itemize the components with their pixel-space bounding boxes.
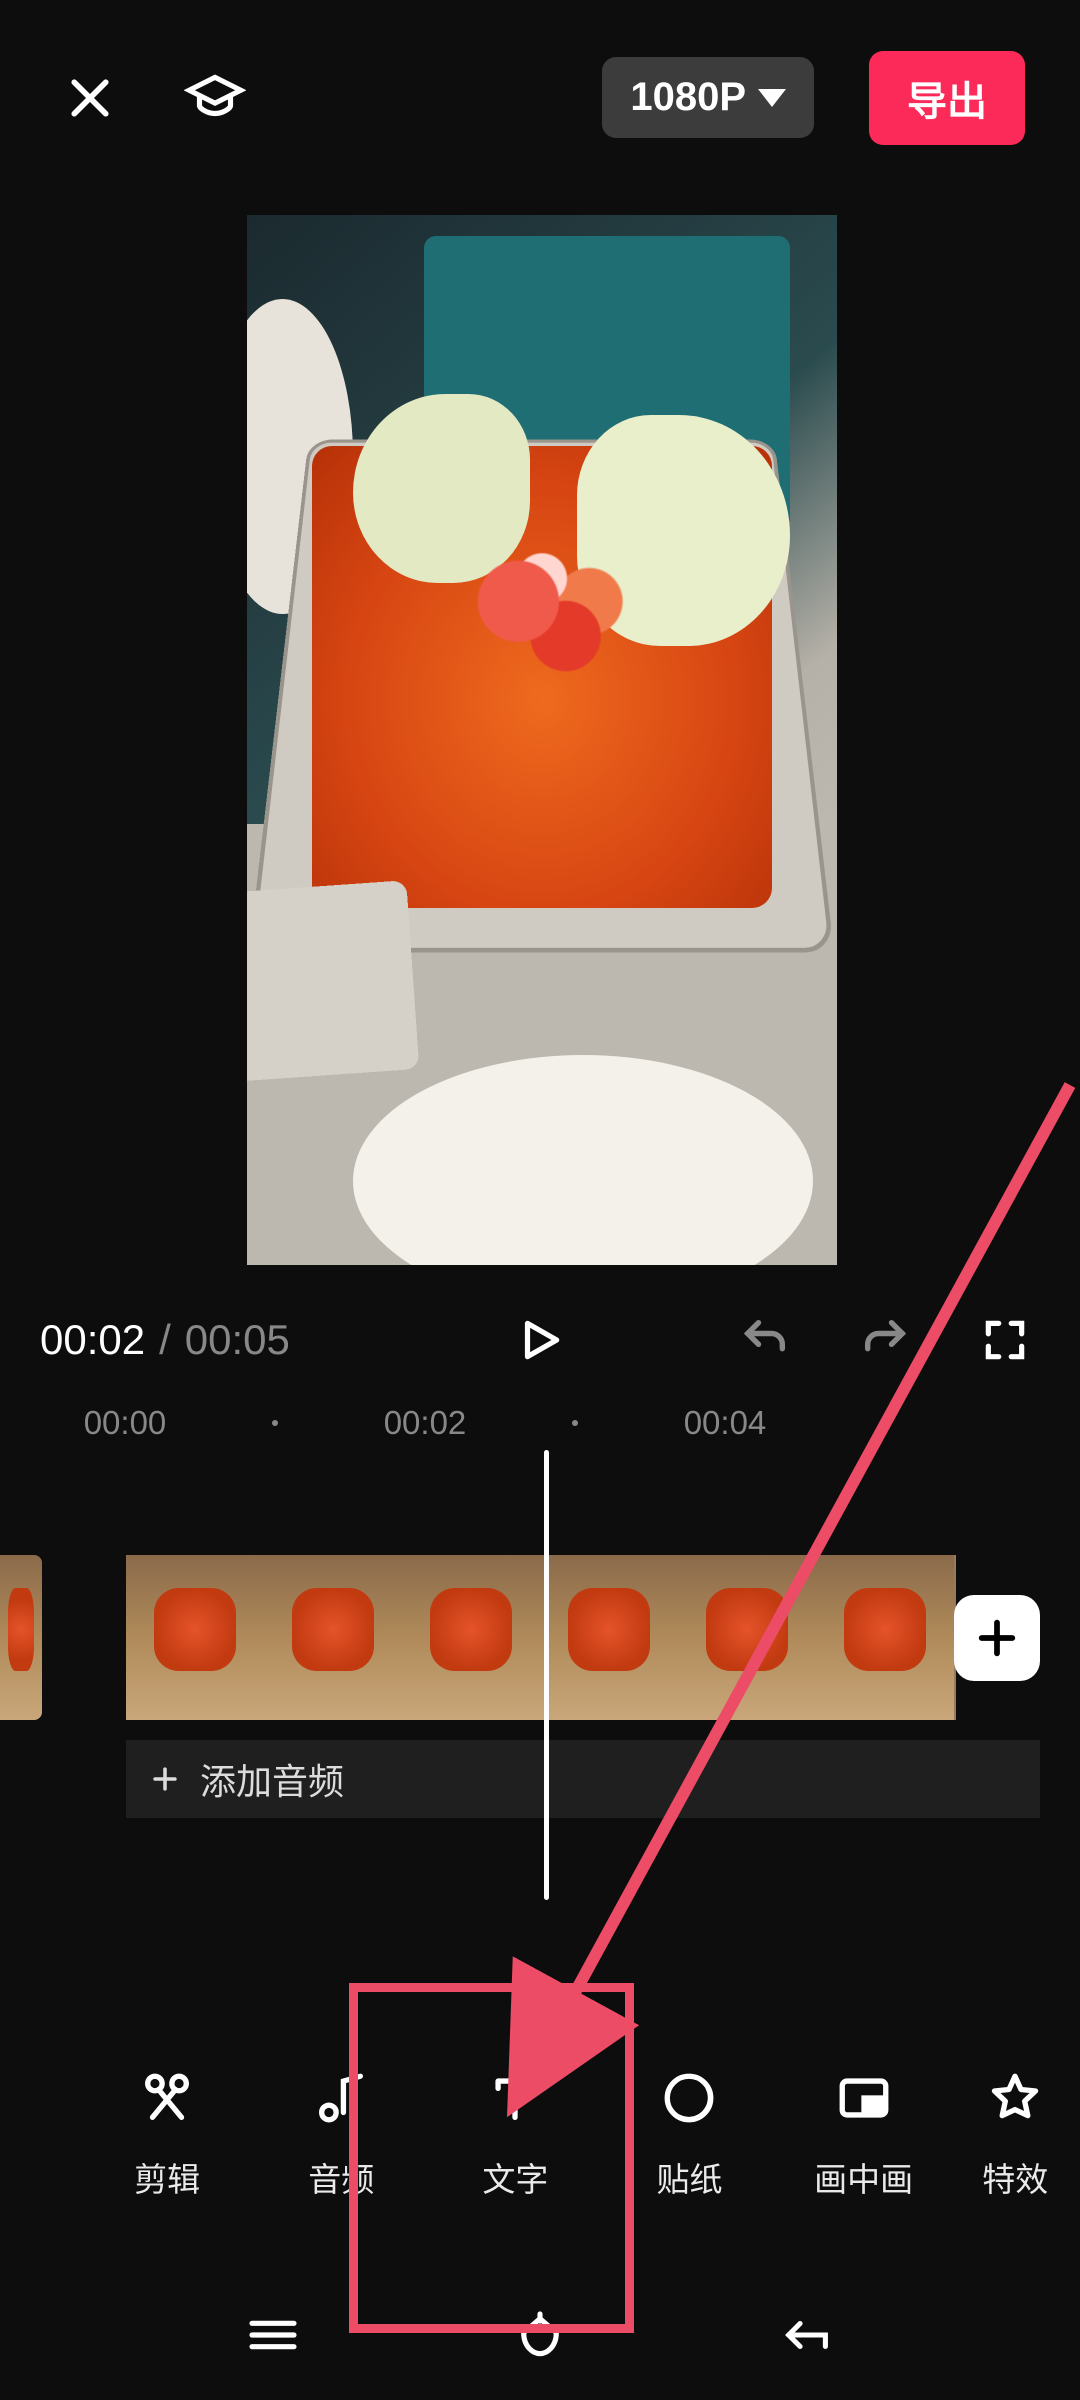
tool-edit[interactable]: 剪辑 [80, 2069, 254, 2201]
resolution-label: 1080P [630, 75, 746, 120]
tool-sticker[interactable]: 贴纸 [602, 2069, 776, 2201]
tool-label: 贴纸 [656, 2153, 722, 2201]
tool-effect[interactable]: 特效 [951, 2069, 1080, 2201]
tool-audio[interactable]: 音频 [254, 2069, 428, 2201]
tool-pip[interactable]: 画中画 [777, 2069, 951, 2201]
undo-button[interactable] [730, 1305, 800, 1375]
playhead[interactable] [544, 1450, 549, 1900]
video-preview[interactable] [247, 215, 837, 1265]
video-clip[interactable] [126, 1555, 956, 1720]
time-current: 00:02 [40, 1316, 145, 1364]
ruler-tick: 00:00 [84, 1404, 167, 1442]
chevron-down-icon [758, 89, 786, 107]
time-total: 00:05 [185, 1316, 290, 1364]
tool-label: 特效 [982, 2153, 1048, 2201]
ruler-tick: 00:02 [384, 1404, 467, 1442]
tool-text[interactable]: 文字 [428, 2069, 602, 2201]
toolbar: 剪辑 音频 文字 贴纸 画中画 特效 [0, 2035, 1080, 2235]
nav-home-button[interactable] [505, 2300, 575, 2370]
fullscreen-button[interactable] [970, 1305, 1040, 1375]
timeline-ruler[interactable]: 00:00 00:02 00:04 [0, 1395, 1080, 1450]
system-navbar [0, 2270, 1080, 2400]
tutorial-icon[interactable] [180, 63, 250, 133]
nav-back-button[interactable] [772, 2300, 842, 2370]
tool-label: 文字 [482, 2153, 548, 2201]
video-clip[interactable] [0, 1555, 42, 1720]
redo-button[interactable] [850, 1305, 920, 1375]
nav-recent-button[interactable] [238, 2300, 308, 2370]
time-separator: / [159, 1316, 171, 1364]
tool-label: 画中画 [814, 2153, 913, 2201]
time-display: 00:02 / 00:05 [40, 1316, 290, 1364]
tool-label: 剪辑 [134, 2153, 200, 2201]
close-button[interactable] [55, 63, 125, 133]
ruler-tick: 00:04 [684, 1404, 767, 1442]
preview-frame [247, 215, 837, 1265]
play-button[interactable] [505, 1305, 575, 1375]
add-clip-button[interactable] [954, 1595, 1040, 1681]
timeline[interactable] [0, 1555, 1080, 1720]
ruler-dot [572, 1420, 578, 1426]
export-button[interactable]: 导出 [869, 51, 1025, 145]
add-audio-track[interactable]: 添加音频 [126, 1740, 1040, 1818]
tool-label: 音频 [308, 2153, 374, 2201]
add-audio-label: 添加音频 [200, 1753, 344, 1805]
resolution-dropdown[interactable]: 1080P [602, 57, 814, 138]
ruler-dot [272, 1420, 278, 1426]
